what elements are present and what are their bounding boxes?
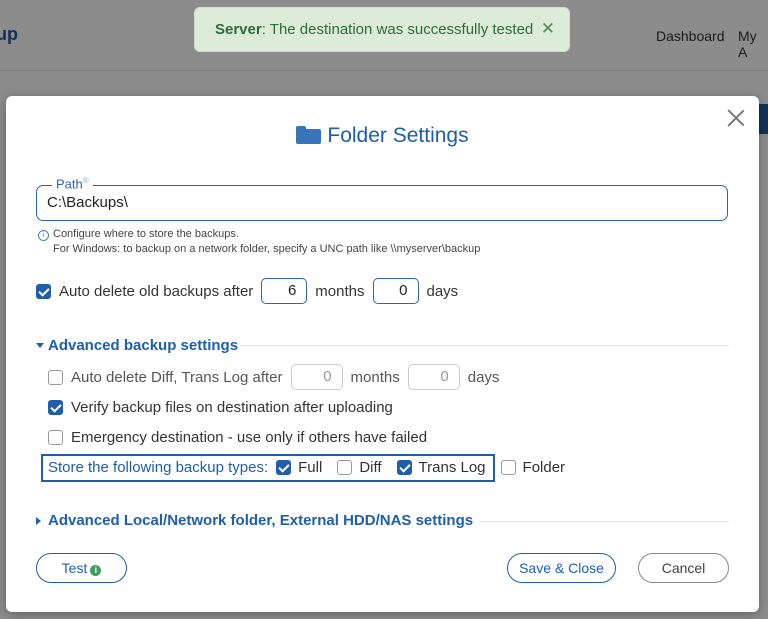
emergency-checkbox[interactable] — [48, 430, 63, 445]
auto-delete-row: Auto delete old backups after 6 months 0… — [36, 278, 458, 304]
backup-types-label: Store the following backup types: — [48, 459, 269, 476]
diff-days-input[interactable]: 0 — [407, 364, 460, 390]
diff-checkbox[interactable] — [337, 460, 353, 475]
full-label: Full — [298, 459, 323, 476]
days-label: days — [426, 282, 459, 300]
toast-prefix: Server — [215, 21, 262, 38]
auto-delete-months-input[interactable]: 6 — [261, 278, 308, 304]
test-button-label: Test — [61, 560, 88, 576]
caret-down-icon — [36, 343, 44, 348]
section-divider — [240, 345, 729, 346]
save-close-button[interactable]: Save & Close — [507, 553, 616, 583]
auto-delete-days-input[interactable]: 0 — [372, 278, 419, 304]
advanced-local-heading: Advanced Local/Network folder, External … — [48, 512, 474, 529]
advanced-heading: Advanced backup settings — [48, 337, 239, 354]
diff-months-input[interactable]: 0 — [290, 364, 343, 390]
trans-log-checkbox[interactable] — [396, 460, 412, 475]
backup-types-row: Store the following backup types: Full D… — [48, 459, 580, 476]
emergency-row: Emergency destination - use only if othe… — [48, 429, 427, 446]
auto-delete-label: Auto delete old backups after — [59, 282, 254, 300]
path-hint: i Configure where to store the backups. F… — [38, 227, 480, 257]
path-label: Path® — [52, 176, 93, 192]
verify-checkbox[interactable] — [48, 400, 63, 415]
info-icon: i — [90, 565, 102, 576]
type-trans-log[interactable]: Trans Log — [396, 459, 486, 476]
folder-label: Folder — [522, 459, 566, 476]
toast-close-icon[interactable]: ✕ — [541, 19, 555, 39]
type-folder[interactable]: Folder — [500, 459, 566, 476]
caret-right-icon — [36, 516, 41, 525]
dialog-title: Folder Settings — [6, 124, 759, 148]
path-field[interactable]: Path® — [36, 176, 728, 221]
auto-delete-checkbox[interactable] — [36, 283, 51, 299]
dialog-title-text: Folder Settings — [327, 124, 469, 147]
required-mark: ® — [82, 176, 89, 185]
diff-days-label: days — [467, 368, 500, 386]
type-diff[interactable]: Diff — [337, 459, 382, 476]
diff-label: Diff — [359, 459, 382, 476]
verify-row: Verify backup files on destination after… — [48, 399, 393, 416]
folder-settings-dialog: Folder Settings Path® i Configure where t… — [6, 96, 759, 612]
months-label: months — [315, 282, 365, 300]
hint-line-1: Configure where to store the backups. — [53, 228, 239, 240]
trans-log-label: Trans Log — [418, 459, 486, 476]
type-full[interactable]: Full — [276, 459, 322, 476]
path-input[interactable] — [47, 194, 707, 211]
folder-checkbox[interactable] — [500, 460, 516, 475]
section-divider-2 — [480, 521, 729, 522]
test-button[interactable]: Test i — [36, 553, 127, 583]
toast-message: : The destination was successfully teste… — [261, 21, 534, 38]
diff-months-label: months — [350, 368, 400, 386]
auto-delete-diff-row: Auto delete Diff, Trans Log after 0 mont… — [48, 364, 499, 390]
advanced-backup-settings-toggle[interactable]: Advanced backup settings — [36, 337, 238, 354]
auto-delete-diff-checkbox[interactable] — [48, 369, 63, 385]
hint-line-2: For Windows: to backup on a network fold… — [53, 243, 481, 255]
verify-label: Verify backup files on destination after… — [71, 399, 393, 416]
success-toast: Server: The destination was successfully… — [194, 7, 570, 52]
folder-icon — [296, 126, 322, 144]
full-checkbox[interactable] — [276, 460, 292, 475]
auto-delete-diff-label: Auto delete Diff, Trans Log after — [71, 368, 283, 386]
cancel-button[interactable]: Cancel — [638, 553, 729, 583]
emergency-label: Emergency destination - use only if othe… — [71, 429, 428, 446]
advanced-local-settings-toggle[interactable]: Advanced Local/Network folder, External … — [36, 512, 473, 529]
info-icon: i — [38, 230, 49, 241]
